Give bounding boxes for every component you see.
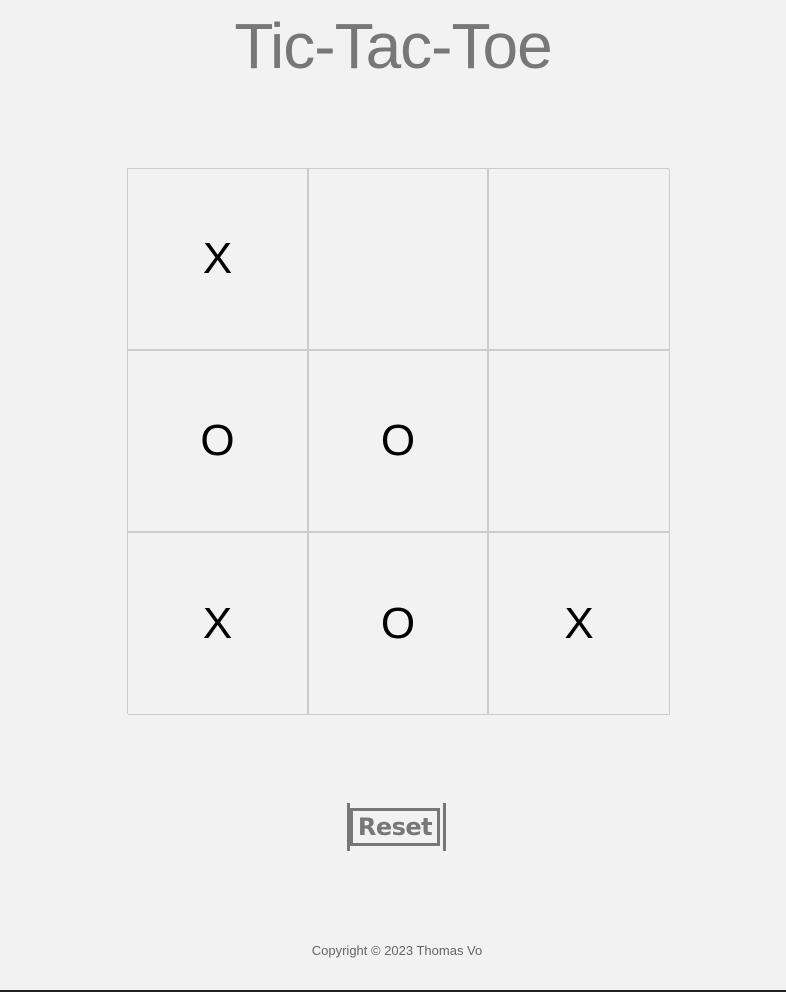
cell-3-2[interactable]: O xyxy=(309,533,489,715)
page-title: Tic-Tac-Toe xyxy=(234,10,552,82)
game-board: X O O X O X xyxy=(127,168,670,715)
cell-1-2[interactable] xyxy=(309,169,489,351)
copyright-footer: Copyright © 2023 Thomas Vo xyxy=(311,943,483,958)
frame-right-tick xyxy=(443,803,446,851)
cell-2-1[interactable]: O xyxy=(128,351,309,533)
cell-3-1[interactable]: X xyxy=(128,533,309,715)
cell-1-1[interactable]: X xyxy=(128,169,309,351)
cell-2-2[interactable]: O xyxy=(309,351,489,533)
reset-button[interactable]: Reset xyxy=(350,808,440,846)
reset-button-frame: Reset xyxy=(347,803,447,853)
cell-1-3[interactable] xyxy=(489,169,670,351)
cell-3-3[interactable]: X xyxy=(489,533,670,715)
cell-2-3[interactable] xyxy=(489,351,670,533)
